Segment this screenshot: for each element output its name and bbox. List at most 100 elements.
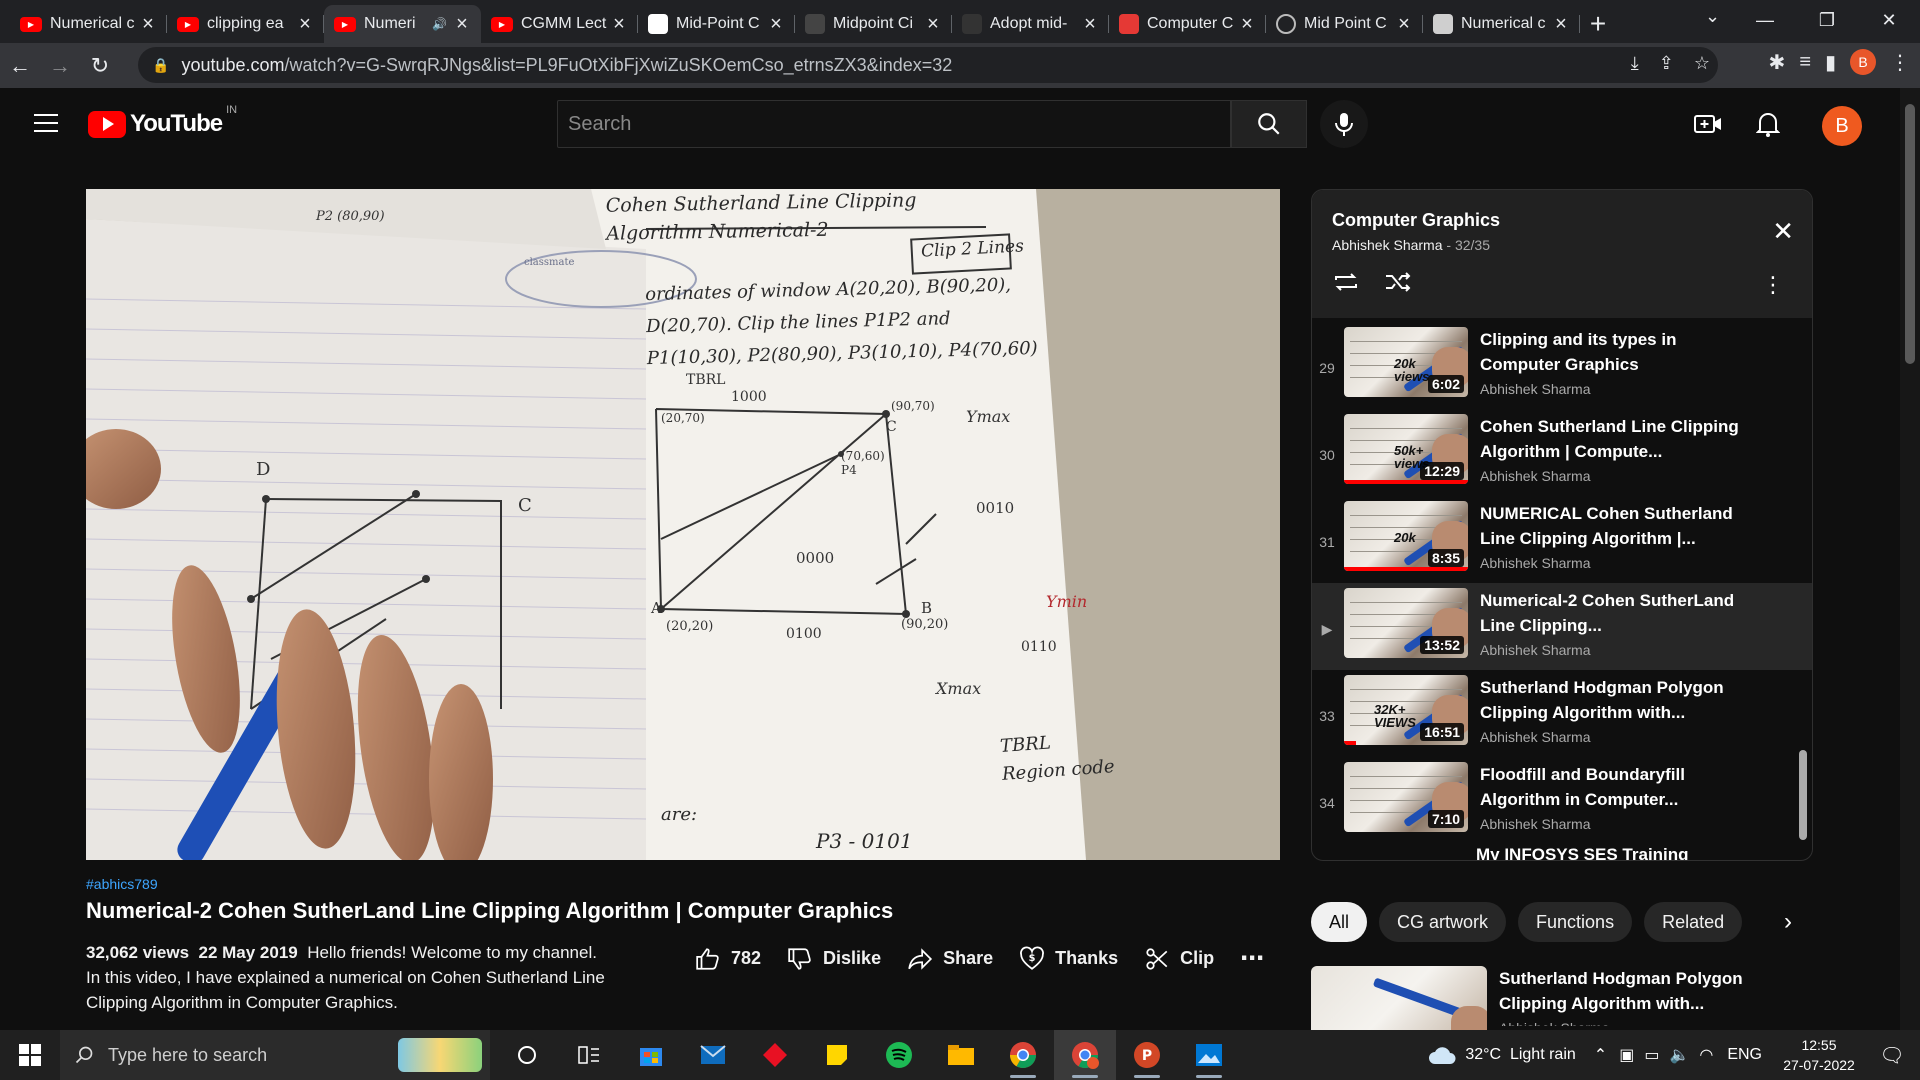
reload-icon[interactable]: ↻ bbox=[80, 46, 120, 86]
close-tab-icon[interactable]: × bbox=[610, 13, 628, 36]
new-tab-icon[interactable]: + bbox=[1580, 5, 1616, 43]
microsoft-store-icon[interactable] bbox=[620, 1030, 682, 1080]
voice-search-button[interactable] bbox=[1320, 100, 1368, 148]
more-actions-icon[interactable]: ⋯ bbox=[1240, 944, 1264, 973]
filter-chip[interactable]: Related bbox=[1644, 902, 1743, 942]
playlist-item[interactable]: 34 7:10 Floodfill and Boundaryfill Algorit… bbox=[1312, 757, 1812, 844]
mail-icon[interactable] bbox=[682, 1030, 744, 1080]
close-tab-icon[interactable]: × bbox=[296, 13, 314, 36]
playlist-item-thumbnail[interactable]: 32K+ VIEWS 16:51 bbox=[1344, 675, 1468, 745]
playlist-item[interactable]: 30 50k+ views 12:29 Cohen Sutherland Line C… bbox=[1312, 409, 1812, 496]
browser-tab[interactable]: Computer C × bbox=[1109, 5, 1266, 43]
language-indicator[interactable]: ENG bbox=[1727, 1046, 1762, 1064]
cortana-icon[interactable] bbox=[496, 1030, 558, 1080]
search-button[interactable] bbox=[1231, 100, 1307, 148]
browser-tab[interactable]: Midpoint Ci × bbox=[795, 5, 952, 43]
close-tab-icon[interactable]: × bbox=[1395, 13, 1413, 36]
taskbar-search-input[interactable]: Type here to search bbox=[60, 1030, 490, 1080]
address-bar[interactable]: 🔒 youtube.com/watch?v=G-SwrqRJNgs&list=P… bbox=[138, 47, 1718, 83]
loop-icon[interactable] bbox=[1332, 270, 1360, 294]
close-tab-icon[interactable]: × bbox=[453, 13, 471, 36]
video-description[interactable]: 32,062 views 22 May 2019 Hello friends! … bbox=[86, 940, 646, 1015]
file-explorer-icon[interactable] bbox=[930, 1030, 992, 1080]
browser-tab[interactable]: Mid-Point C × bbox=[638, 5, 795, 43]
dislike-button[interactable]: Dislike bbox=[787, 946, 881, 972]
playlist-item[interactable]: 29 20k views 6:02 Clipping and its types in… bbox=[1312, 322, 1812, 409]
youtube-logo[interactable]: YouTube IN bbox=[88, 104, 237, 138]
video-hashtag[interactable]: #abhics789 bbox=[86, 876, 158, 892]
playlist-item-thumbnail[interactable]: 7:10 bbox=[1344, 762, 1468, 832]
clock[interactable]: 12:55 27-07-2022 bbox=[1774, 1035, 1864, 1075]
browser-tab[interactable]: ▶ CGMM Lect × bbox=[481, 5, 638, 43]
tray-chevron-icon[interactable]: ⌃ bbox=[1594, 1045, 1607, 1065]
browser-tab[interactable]: Adopt mid- × bbox=[952, 5, 1109, 43]
browser-tab[interactable]: Numerical c × bbox=[1423, 5, 1580, 43]
shuffle-icon[interactable] bbox=[1384, 270, 1412, 294]
powerpoint-icon[interactable]: P bbox=[1116, 1030, 1178, 1080]
notifications-bell-icon[interactable] bbox=[1752, 108, 1784, 140]
playlist-more-icon[interactable]: ⋮ bbox=[1762, 272, 1784, 298]
video-player[interactable]: Cohen Sutherland Line Clipping Algorithm… bbox=[86, 189, 1280, 860]
browser-tab[interactable]: ▶ Numerical c × bbox=[10, 5, 167, 43]
restore-icon[interactable]: ❐ bbox=[1796, 0, 1858, 40]
back-icon[interactable]: ← bbox=[0, 46, 40, 86]
playlist-item[interactable]: 33 32K+ VIEWS 16:51 Sutherland Hodgman Poly… bbox=[1312, 670, 1812, 757]
weather-text[interactable]: 32°C Light rain bbox=[1465, 1046, 1575, 1064]
browser-tab[interactable]: ▶ clipping ea × bbox=[167, 5, 324, 43]
related-thumbnail[interactable] bbox=[1311, 966, 1487, 1036]
browser-menu-icon[interactable]: ⋮ bbox=[1890, 50, 1910, 75]
filter-chip[interactable]: CG artwork bbox=[1379, 902, 1507, 942]
create-video-icon[interactable] bbox=[1692, 108, 1724, 140]
clip-button[interactable]: Clip bbox=[1144, 946, 1214, 972]
close-tab-icon[interactable]: × bbox=[1081, 13, 1099, 36]
battery-icon[interactable]: ▭ bbox=[1644, 1045, 1659, 1065]
playlist-item[interactable]: ▶ 13:52 Numerical-2 Cohen SutherLand Line … bbox=[1312, 583, 1812, 670]
tab-search-icon[interactable]: ⌄ bbox=[1705, 6, 1720, 27]
spotify-icon[interactable] bbox=[868, 1030, 930, 1080]
playlist-partial-item[interactable]: My INFOSYS SES Training bbox=[1476, 845, 1689, 860]
side-panel-icon[interactable]: ▮ bbox=[1825, 50, 1836, 75]
playlist-channel[interactable]: Abhishek Sharma bbox=[1332, 237, 1443, 253]
share-button[interactable]: Share bbox=[907, 946, 993, 972]
extensions-icon[interactable]: ✱ bbox=[1769, 50, 1786, 75]
install-icon[interactable]: ⤓ bbox=[1631, 53, 1639, 74]
bookmark-star-icon[interactable]: ☆ bbox=[1694, 53, 1710, 74]
close-tab-icon[interactable]: × bbox=[1552, 13, 1570, 36]
like-button[interactable]: 782 bbox=[695, 946, 761, 972]
close-tab-icon[interactable]: × bbox=[1238, 13, 1256, 36]
filter-chip[interactable]: All bbox=[1311, 902, 1368, 942]
page-scrollbar[interactable] bbox=[1900, 88, 1920, 1030]
browser-profile-avatar[interactable]: B bbox=[1850, 49, 1876, 75]
playlist-item-thumbnail[interactable]: 20k 8:35 bbox=[1344, 501, 1468, 571]
browser-tab[interactable]: Mid Point C × bbox=[1266, 5, 1423, 43]
meet-now-icon[interactable]: ▣ bbox=[1619, 1045, 1634, 1065]
tab-audio-icon[interactable]: 🔊 bbox=[432, 17, 447, 31]
thanks-button[interactable]: $ Thanks bbox=[1019, 946, 1118, 972]
wifi-icon[interactable]: ◠ bbox=[1699, 1045, 1713, 1065]
close-playlist-icon[interactable]: ✕ bbox=[1772, 216, 1794, 247]
chrome-profile-icon[interactable] bbox=[1054, 1030, 1116, 1080]
forward-icon[interactable]: → bbox=[40, 46, 80, 86]
close-tab-icon[interactable]: × bbox=[139, 13, 157, 36]
filter-chip[interactable]: Functions bbox=[1518, 902, 1633, 942]
playlist-item-thumbnail[interactable]: 50k+ views 12:29 bbox=[1344, 414, 1468, 484]
task-view-icon[interactable] bbox=[558, 1030, 620, 1080]
browser-tab[interactable]: ▶ Numeri 🔊 × bbox=[324, 5, 481, 43]
office-app-icon[interactable] bbox=[744, 1030, 806, 1080]
close-tab-icon[interactable]: × bbox=[924, 13, 942, 36]
minimize-icon[interactable]: — bbox=[1734, 0, 1796, 40]
playlist-item-thumbnail[interactable]: 13:52 bbox=[1344, 588, 1468, 658]
playlist-title[interactable]: Computer Graphics bbox=[1332, 210, 1812, 231]
menu-icon[interactable] bbox=[34, 114, 58, 138]
playlist-item[interactable]: 31 20k 8:35 NUMERICAL Cohen Sutherland Line… bbox=[1312, 496, 1812, 583]
sticky-notes-icon[interactable] bbox=[806, 1030, 868, 1080]
media-control-icon[interactable]: ≡ bbox=[1799, 51, 1811, 74]
photos-icon[interactable] bbox=[1178, 1030, 1240, 1080]
share-page-icon[interactable]: ⇪ bbox=[1659, 53, 1674, 74]
playlist-scrollbar[interactable] bbox=[1799, 750, 1807, 840]
related-video[interactable]: Sutherland Hodgman Polygon Clipping Algo… bbox=[1311, 966, 1759, 1036]
windows-start-icon[interactable] bbox=[0, 1030, 60, 1080]
close-tab-icon[interactable]: × bbox=[767, 13, 785, 36]
chrome-icon[interactable] bbox=[992, 1030, 1054, 1080]
playlist-item-thumbnail[interactable]: 20k views 6:02 bbox=[1344, 327, 1468, 397]
